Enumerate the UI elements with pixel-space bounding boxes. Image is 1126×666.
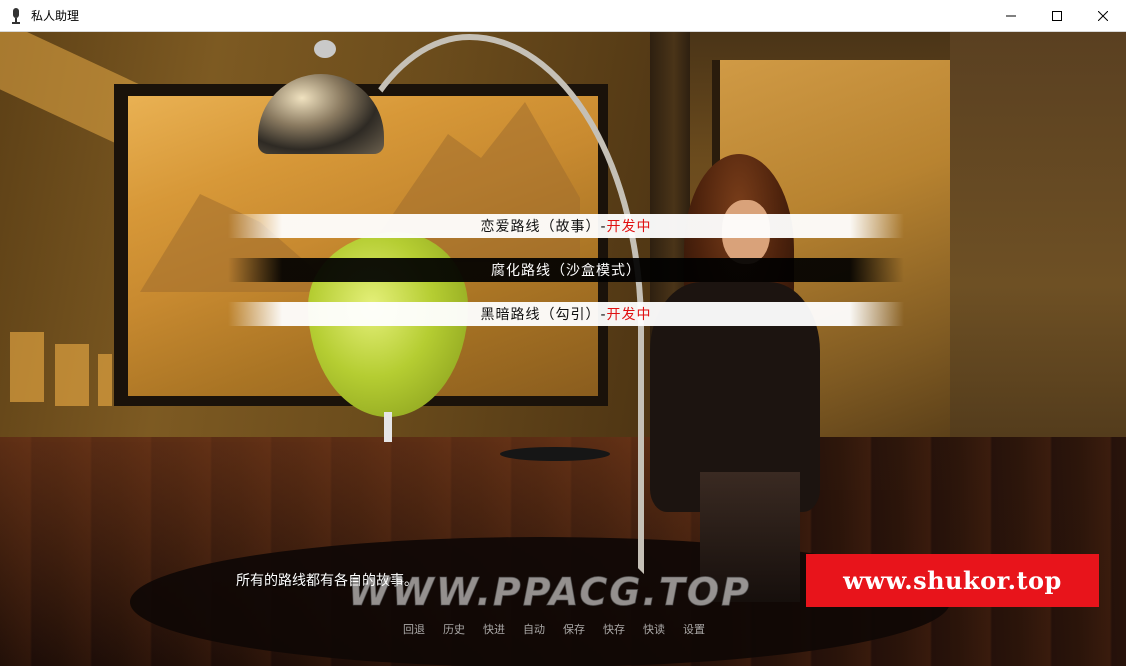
window-title: 私人助理 bbox=[31, 9, 80, 23]
quick-menu: 回退 历史 快进 自动 保存 快存 快读 设置 bbox=[403, 621, 705, 637]
quick-save-button[interactable]: 快存 bbox=[603, 621, 625, 637]
auto-button[interactable]: 自动 bbox=[523, 621, 545, 637]
lamp-joint bbox=[314, 40, 336, 58]
light-stripe bbox=[98, 354, 112, 406]
window-controls bbox=[988, 0, 1126, 32]
quick-load-button[interactable]: 快读 bbox=[643, 621, 665, 637]
lamp-base bbox=[500, 447, 610, 461]
title-bar: 私人助理 bbox=[0, 0, 1126, 32]
choice-label: 恋爱路线（故事）- bbox=[480, 219, 607, 235]
choice-tag: 开发中 bbox=[606, 307, 652, 323]
choice-label: 腐化路线（沙盒模式） bbox=[491, 263, 641, 279]
choice-label: 黑暗路线（勾引）- bbox=[480, 307, 607, 323]
minimize-icon bbox=[1006, 15, 1016, 17]
history-button[interactable]: 历史 bbox=[443, 621, 465, 637]
light-stripe bbox=[10, 332, 44, 402]
rollback-button[interactable]: 回退 bbox=[403, 621, 425, 637]
maximize-button[interactable] bbox=[1034, 0, 1080, 32]
microphone-icon bbox=[9, 7, 23, 24]
chair-stem bbox=[384, 412, 392, 442]
light-stripe bbox=[55, 344, 89, 406]
close-button[interactable] bbox=[1080, 0, 1126, 32]
choice-tag: 开发中 bbox=[606, 219, 652, 235]
maximize-icon bbox=[1052, 11, 1062, 21]
skip-button[interactable]: 快进 bbox=[483, 621, 505, 637]
shukor-watermark-text: www.shukor.top bbox=[843, 566, 1062, 595]
minimize-button[interactable] bbox=[988, 0, 1034, 32]
shukor-watermark: www.shukor.top bbox=[806, 554, 1099, 607]
choice-corruption-route[interactable]: 腐化路线（沙盒模式） bbox=[228, 258, 904, 282]
choice-dark-route[interactable]: 黑暗路线（勾引）- 开发中 bbox=[228, 302, 904, 326]
ppacg-watermark: WWW.PPACG.TOP bbox=[348, 570, 751, 615]
choice-romance-route[interactable]: 恋爱路线（故事）- 开发中 bbox=[228, 214, 904, 238]
settings-button[interactable]: 设置 bbox=[683, 621, 705, 637]
save-button[interactable]: 保存 bbox=[563, 621, 585, 637]
close-icon bbox=[1098, 11, 1108, 21]
